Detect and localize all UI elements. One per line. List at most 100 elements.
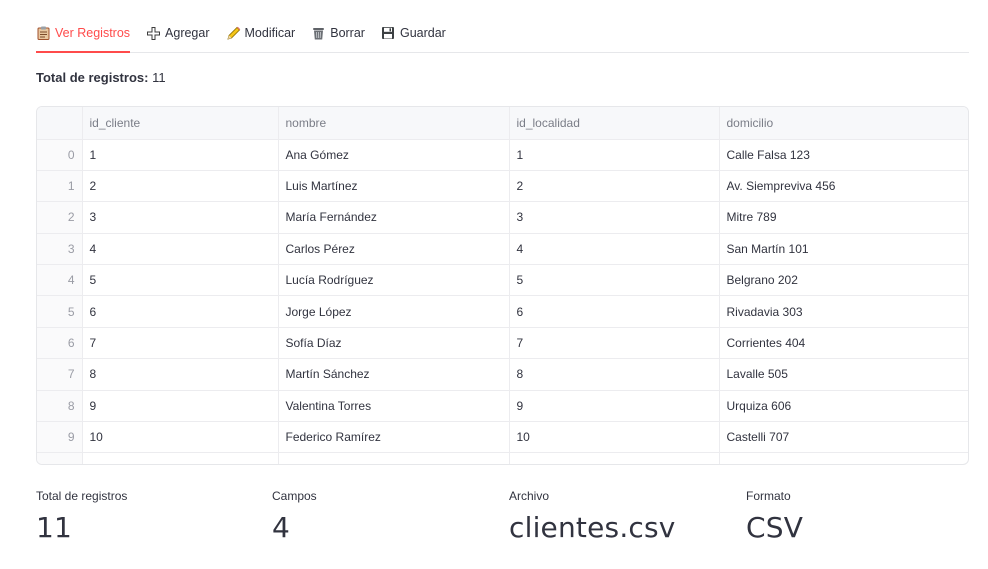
column-header[interactable]: id_cliente	[82, 107, 279, 140]
metric-value: 11	[36, 511, 73, 544]
metrics-row: Total de registros 11 Campos 4 Archivo c…	[36, 489, 969, 559]
column-header[interactable]: nombre	[278, 107, 510, 140]
tab-label: Agregar	[165, 26, 210, 40]
tab-guardar[interactable]: Guardar	[381, 18, 446, 48]
cell-id-localidad[interactable]: 7	[509, 327, 720, 360]
cell-empty	[509, 452, 720, 464]
cell-id-localidad[interactable]: 2	[509, 170, 720, 203]
cell-nombre[interactable]: Jorge López	[278, 295, 510, 328]
tab-agregar[interactable]: Agregar	[146, 18, 210, 48]
cell-empty	[278, 452, 510, 464]
row-index[interactable]: 5	[37, 295, 83, 328]
total-value: 11	[152, 70, 166, 85]
table-row[interactable]: 6 7 Sofía Díaz 7 Corrientes 404	[37, 327, 968, 360]
table-row-partial	[37, 452, 968, 464]
cell-nombre[interactable]: Martín Sánchez	[278, 358, 510, 391]
cell-empty	[82, 452, 279, 464]
table-row[interactable]: 0 1 Ana Gómez 1 Calle Falsa 123	[37, 139, 968, 171]
cell-id-cliente[interactable]: 4	[82, 233, 279, 266]
cell-nombre[interactable]: Valentina Torres	[278, 390, 510, 423]
cell-id-localidad[interactable]: 5	[509, 264, 720, 297]
clients-table: id_cliente nombre id_localidad domicilio…	[37, 107, 968, 464]
row-index[interactable]: 3	[37, 233, 83, 266]
cell-id-localidad[interactable]: 8	[509, 358, 720, 391]
row-index[interactable]: 9	[37, 421, 83, 454]
cell-id-localidad[interactable]: 6	[509, 295, 720, 328]
table-row[interactable]: 4 5 Lucía Rodríguez 5 Belgrano 202	[37, 264, 968, 297]
cell-domicilio[interactable]: Rivadavia 303	[719, 295, 968, 328]
cell-nombre[interactable]: Carlos Pérez	[278, 233, 510, 266]
metric-formato: Formato CSV	[746, 489, 803, 544]
table-row[interactable]: 7 8 Martín Sánchez 8 Lavalle 505	[37, 358, 968, 391]
cell-id-localidad[interactable]: 3	[509, 201, 720, 234]
cell-domicilio[interactable]: Lavalle 505	[719, 358, 968, 391]
row-index[interactable]: 8	[37, 390, 83, 423]
cell-id-cliente[interactable]: 3	[82, 201, 279, 234]
cell-domicilio[interactable]: Belgrano 202	[719, 264, 968, 297]
column-header[interactable]: domicilio	[719, 107, 968, 140]
cell-domicilio[interactable]: Castelli 707	[719, 421, 968, 454]
cell-nombre[interactable]: Ana Gómez	[278, 139, 510, 171]
data-grid[interactable]: id_cliente nombre id_localidad domicilio…	[36, 106, 969, 465]
tab-bar: Ver Registros Agregar Modificar Borrar G…	[36, 18, 969, 53]
metric-archivo: Archivo clientes.csv	[509, 489, 676, 544]
cell-id-localidad[interactable]: 10	[509, 421, 720, 454]
cell-nombre[interactable]: Federico Ramírez	[278, 421, 510, 454]
cell-empty	[37, 452, 83, 464]
metric-campos: Campos 4	[272, 489, 317, 544]
cell-nombre[interactable]: María Fernández	[278, 201, 510, 234]
total-label: Total de registros:	[36, 70, 149, 85]
total-records-line: Total de registros: 11	[36, 70, 166, 85]
header-row: id_cliente nombre id_localidad domicilio	[37, 107, 968, 140]
table-row[interactable]: 3 4 Carlos Pérez 4 San Martín 101	[37, 233, 968, 266]
table-row[interactable]: 9 10 Federico Ramírez 10 Castelli 707	[37, 421, 968, 454]
cell-id-cliente[interactable]: 9	[82, 390, 279, 423]
metric-label: Total de registros	[36, 489, 128, 503]
tab-label: Ver Registros	[55, 26, 131, 40]
metric-label: Campos	[272, 489, 317, 503]
cell-nombre[interactable]: Lucía Rodríguez	[278, 264, 510, 297]
cell-nombre[interactable]: Luis Martínez	[278, 170, 510, 203]
cell-domicilio[interactable]: San Martín 101	[719, 233, 968, 266]
cell-domicilio[interactable]: Urquiza 606	[719, 390, 968, 423]
metric-label: Archivo	[509, 489, 550, 503]
table-row[interactable]: 2 3 María Fernández 3 Mitre 789	[37, 201, 968, 234]
tab-modificar[interactable]: Modificar	[226, 18, 296, 48]
row-index[interactable]: 2	[37, 201, 83, 234]
tab-ver-registros[interactable]: Ver Registros	[36, 18, 131, 53]
cell-id-cliente[interactable]: 2	[82, 170, 279, 203]
row-index[interactable]: 1	[37, 170, 83, 203]
cell-domicilio[interactable]: Calle Falsa 123	[719, 139, 968, 171]
cell-id-cliente[interactable]: 7	[82, 327, 279, 360]
cell-domicilio[interactable]: Av. Siempreviva 456	[719, 170, 968, 203]
floppy-disk-icon	[381, 26, 396, 41]
column-header[interactable]: id_localidad	[509, 107, 720, 140]
metric-value: CSV	[746, 511, 804, 544]
row-index[interactable]: 6	[37, 327, 83, 360]
cell-id-cliente[interactable]: 10	[82, 421, 279, 454]
cell-domicilio[interactable]: Corrientes 404	[719, 327, 968, 360]
table-row[interactable]: 5 6 Jorge López 6 Rivadavia 303	[37, 295, 968, 328]
cell-id-cliente[interactable]: 1	[82, 139, 279, 171]
cell-nombre[interactable]: Sofía Díaz	[278, 327, 510, 360]
tab-borrar[interactable]: Borrar	[311, 18, 365, 48]
table-row[interactable]: 1 2 Luis Martínez 2 Av. Siempreviva 456	[37, 170, 968, 203]
row-index[interactable]: 4	[37, 264, 83, 297]
row-index[interactable]: 0	[37, 139, 83, 171]
cell-id-cliente[interactable]: 6	[82, 295, 279, 328]
table-row[interactable]: 8 9 Valentina Torres 9 Urquiza 606	[37, 390, 968, 423]
cell-id-localidad[interactable]: 4	[509, 233, 720, 266]
pencil-icon	[226, 26, 241, 41]
row-index[interactable]: 7	[37, 358, 83, 391]
clipboard-icon	[36, 26, 51, 41]
metric-value: clientes.csv	[509, 511, 676, 544]
tab-label: Guardar	[399, 26, 446, 40]
cell-id-cliente[interactable]: 5	[82, 264, 279, 297]
cell-id-localidad[interactable]: 9	[509, 390, 720, 423]
tab-label: Modificar	[244, 26, 296, 40]
cell-domicilio[interactable]: Mitre 789	[719, 201, 968, 234]
index-header	[37, 107, 83, 140]
cell-id-cliente[interactable]: 8	[82, 358, 279, 391]
metric-total: Total de registros 11	[36, 489, 127, 544]
cell-id-localidad[interactable]: 1	[509, 139, 720, 171]
